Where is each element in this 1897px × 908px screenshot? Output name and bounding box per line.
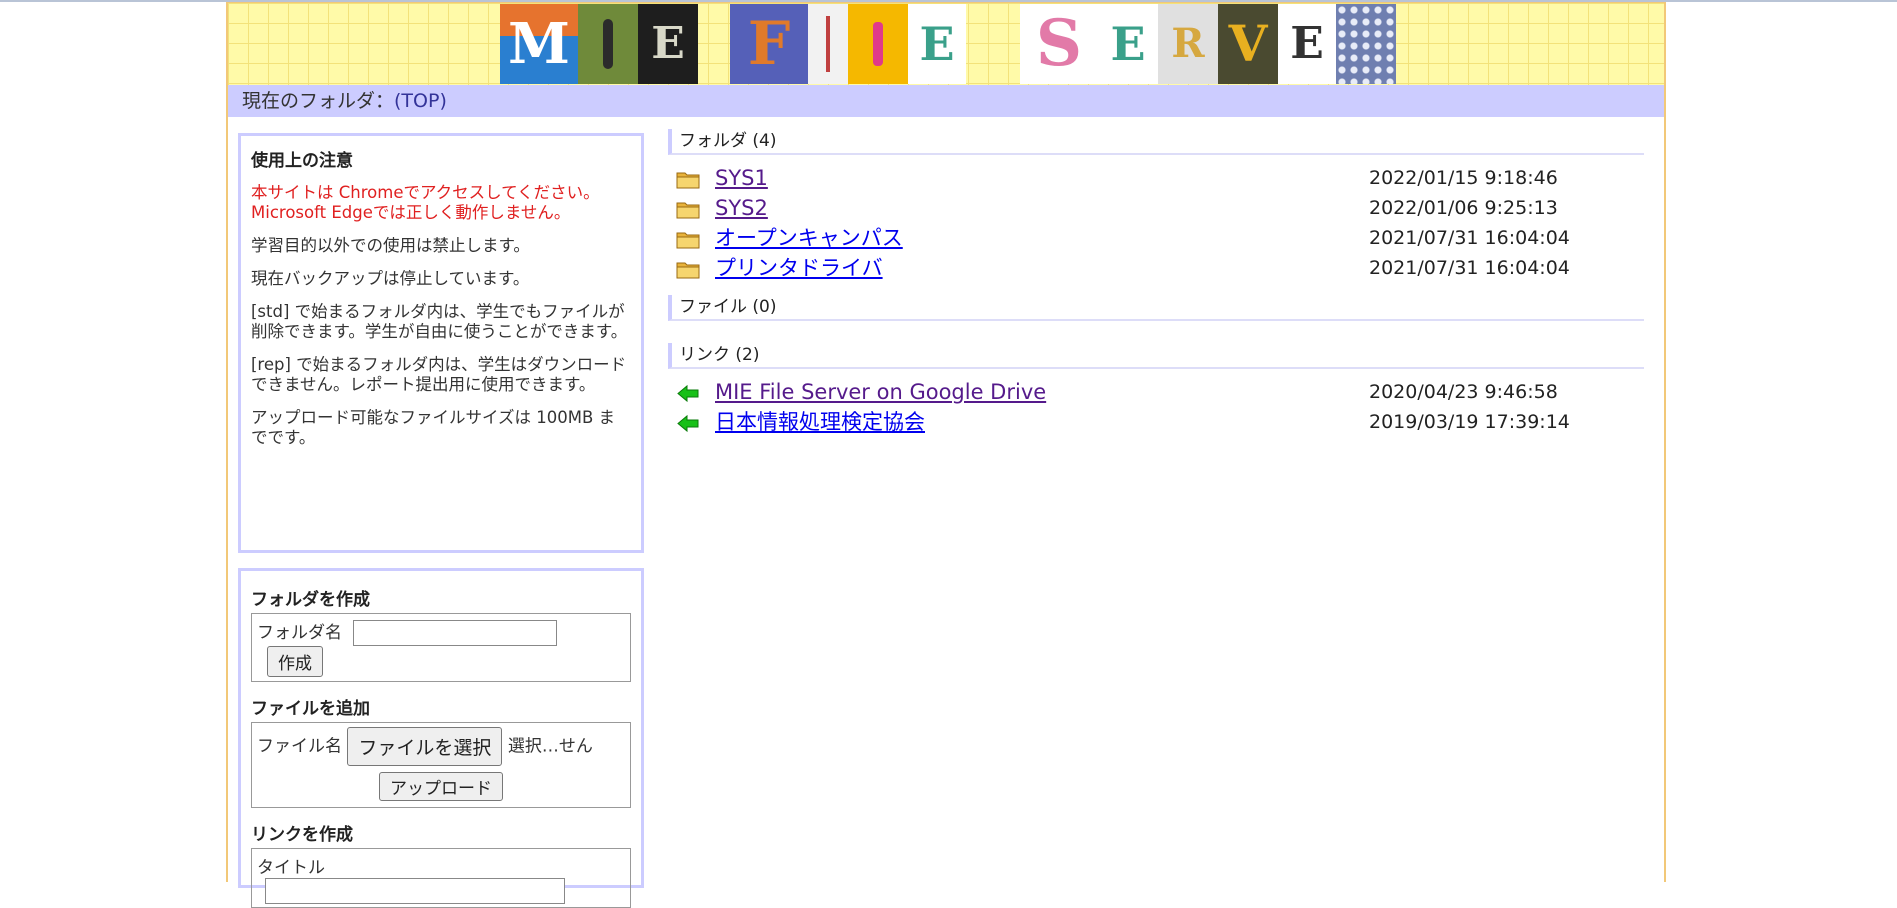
current-folder-bar: 現在のフォルダ：(TOP) xyxy=(228,85,1664,117)
list-item: オープンキャンパス 2021/07/31 16:04:04 xyxy=(668,223,1644,253)
create-link-form: タイトル xyxy=(251,848,631,908)
folders-section-label: フォルダ xyxy=(679,131,747,151)
create-folder-button[interactable]: 作成 xyxy=(267,646,323,677)
current-folder-name: (TOP) xyxy=(394,90,447,112)
choose-file-button[interactable]: ファイルを選択 xyxy=(347,727,503,766)
item-link[interactable]: オープンキャンパス xyxy=(715,223,903,253)
browser-warning: 本サイトは Chromeでアクセスしてください。Microsoft Edgeでは… xyxy=(251,183,600,222)
banner-tile-i xyxy=(808,4,848,84)
file-name-label: ファイル名 xyxy=(257,736,342,757)
banner-tile-s: S xyxy=(1020,4,1098,84)
files-count: (0) xyxy=(752,297,777,317)
links-section-label: リンク xyxy=(679,345,730,365)
banner-tile-l xyxy=(848,4,908,84)
usage-notes-title: 使用上の注意 xyxy=(251,151,353,171)
banner-tile-r: R xyxy=(1158,4,1218,84)
note-item: アップロード可能なファイルサイズは 100MB までです。 xyxy=(251,408,616,447)
add-file-form: ファイル名 ファイルを選択 選択…せん アップロード xyxy=(251,722,631,808)
folder-name-input[interactable] xyxy=(353,620,558,646)
green-arrow-left-icon xyxy=(676,413,700,443)
item-date: 2019/03/19 17:39:14 xyxy=(1369,411,1570,433)
link-list: MIE File Server on Google Drive 2020/04/2… xyxy=(668,377,1644,437)
item-link[interactable]: プリンタドライバ xyxy=(715,253,883,283)
folder-name-label: フォルダ名 xyxy=(257,623,342,643)
list-item: SYS2 2022/01/06 9:25:13 xyxy=(668,193,1644,223)
actions-panel: フォルダを作成 フォルダ名 作成 ファイルを追加 ファイル名 ファイルを選択 選… xyxy=(238,568,644,908)
folder-icon xyxy=(676,259,700,289)
note-item: 学習目的以外での使用は禁止します。 xyxy=(251,236,530,255)
banner-tile-e2: E xyxy=(908,4,966,84)
add-file-title: ファイルを追加 xyxy=(251,699,370,719)
banner-tile-f: F xyxy=(730,4,808,84)
link-title-label: タイトル xyxy=(257,858,325,878)
create-folder-form: フォルダ名 作成 xyxy=(251,613,631,682)
banner-tile-e4: E xyxy=(1278,4,1336,84)
list-item: プリンタドライバ 2021/07/31 16:04:04 xyxy=(668,253,1644,283)
links-section-header: リンク (2) xyxy=(668,343,1644,369)
folder-list: SYS1 2022/01/15 9:18:46 SYS2 2022/01/06 9:2… xyxy=(668,163,1644,283)
item-date: 2021/07/31 16:04:04 xyxy=(1369,257,1570,279)
current-folder-label: 現在のフォルダ： xyxy=(242,90,395,112)
link-title-input[interactable] xyxy=(265,878,565,904)
item-link[interactable]: SYS2 xyxy=(715,193,768,223)
banner-tile-m: M xyxy=(500,4,578,84)
files-section-header: ファイル (0) xyxy=(668,295,1644,321)
upload-button[interactable]: アップロード xyxy=(379,772,503,801)
file-listing: フォルダ (4) SYS1 2022/01/15 9:18:46 SYS2 2022/… xyxy=(668,129,1644,437)
item-date: 2022/01/06 9:25:13 xyxy=(1369,197,1558,219)
list-item: SYS1 2022/01/15 9:18:46 xyxy=(668,163,1644,193)
item-link[interactable]: 日本情報処理検定協会 xyxy=(715,407,925,437)
banner-tile-photo xyxy=(578,4,638,84)
banner-tile-v: V xyxy=(1218,4,1278,84)
item-date: 2021/07/31 16:04:04 xyxy=(1369,227,1570,249)
list-item: 日本情報処理検定協会 2019/03/19 17:39:14 xyxy=(668,407,1644,437)
note-item: [rep] で始まるフォルダ内は、学生はダウンロードできません。レポート提出用に… xyxy=(251,355,627,394)
usage-notes-panel: 使用上の注意 本サイトは Chromeでアクセスしてください。Microsoft… xyxy=(238,133,644,553)
item-date: 2022/01/15 9:18:46 xyxy=(1369,167,1558,189)
site-banner: M E F E S E R V E xyxy=(228,2,1664,86)
banner-tile-e3: E xyxy=(1098,4,1158,84)
item-link[interactable]: MIE File Server on Google Drive xyxy=(715,377,1046,407)
list-item: MIE File Server on Google Drive 2020/04/2… xyxy=(668,377,1644,407)
item-date: 2020/04/23 9:46:58 xyxy=(1369,381,1558,403)
file-selection-status: 選択…せん xyxy=(507,736,593,757)
banner-tile-e: E xyxy=(638,4,698,84)
banner-tile-pattern xyxy=(1336,4,1396,84)
create-link-title: リンクを作成 xyxy=(251,825,353,845)
links-count: (2) xyxy=(735,345,760,365)
folders-count: (4) xyxy=(752,131,777,151)
item-link[interactable]: SYS1 xyxy=(715,163,768,193)
files-section-label: ファイル xyxy=(679,297,747,317)
create-folder-title: フォルダを作成 xyxy=(251,590,370,610)
note-item: [std] で始まるフォルダ内は、学生でもファイルが削除できます。学生が自由に使… xyxy=(251,302,628,341)
page-frame: M E F E S E R V E 現在のフォルダ：(TOP) 使用上の注意 本… xyxy=(226,2,1666,908)
folders-section-header: フォルダ (4) xyxy=(668,129,1644,155)
note-item: 現在バックアップは停止しています。 xyxy=(251,269,530,288)
